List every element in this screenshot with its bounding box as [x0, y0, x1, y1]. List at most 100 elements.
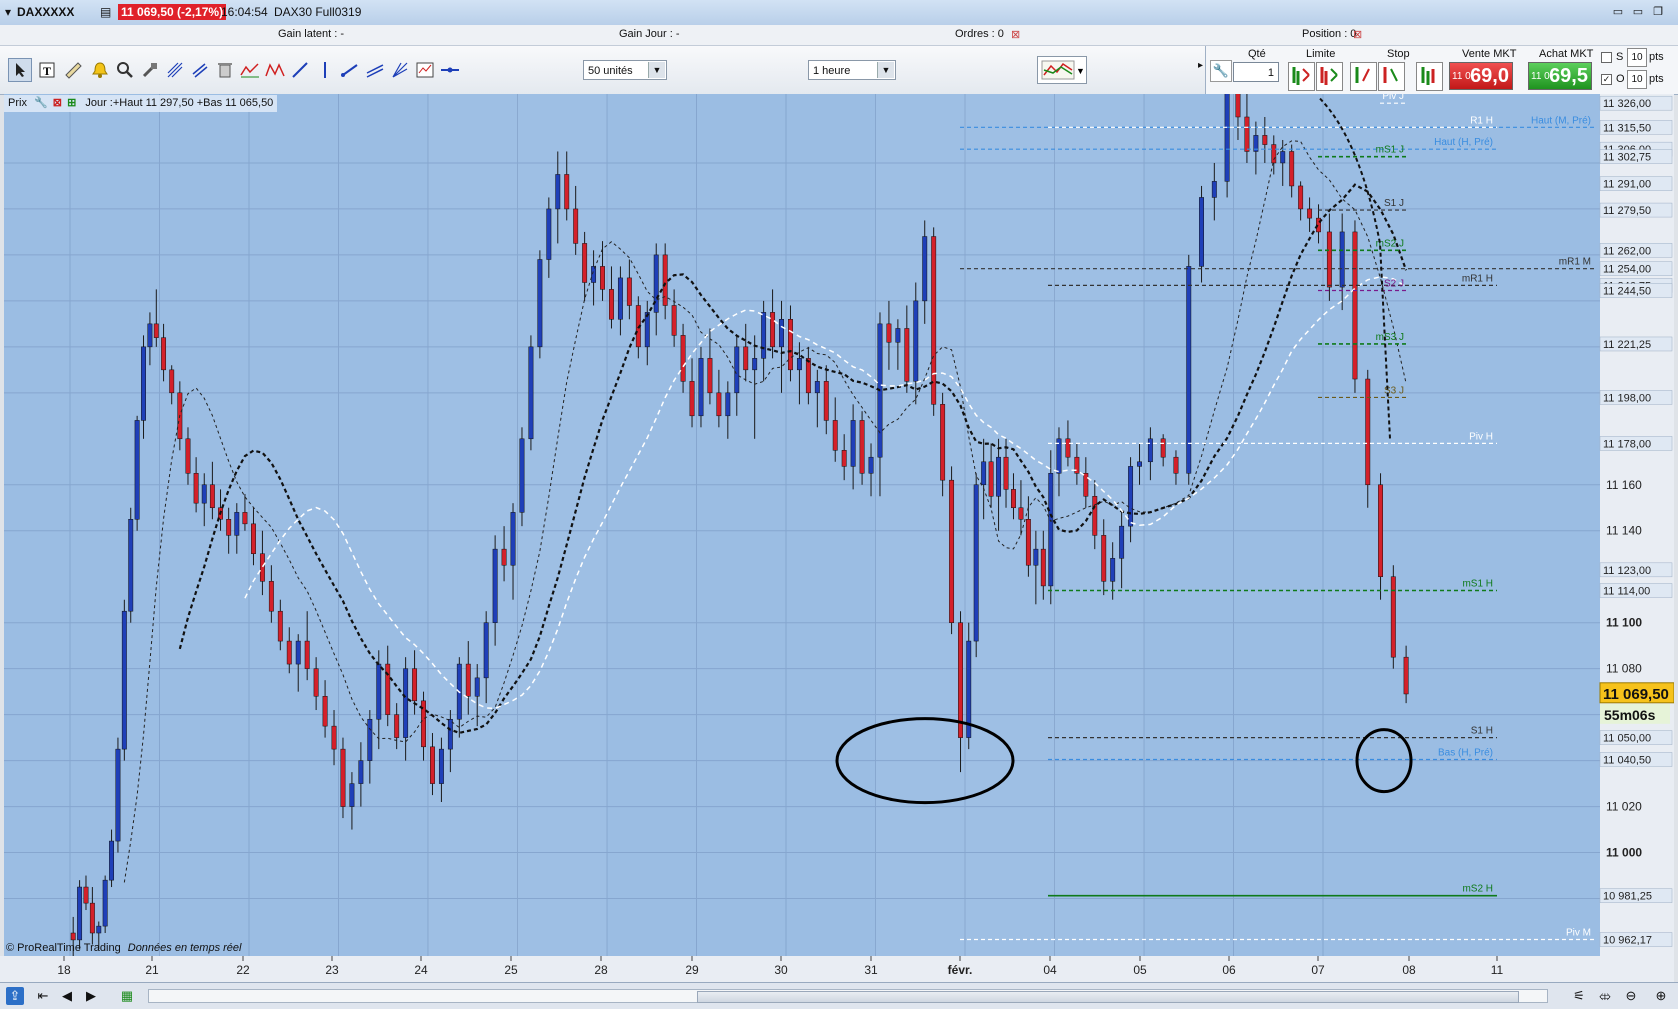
limite-sell-button[interactable] [1316, 62, 1343, 91]
share-icon[interactable]: ⇪ [6, 987, 24, 1005]
settings-wrench-icon[interactable]: 🔧 [1210, 60, 1232, 82]
pattern-icon[interactable] [263, 58, 287, 82]
candle-body [1352, 231, 1358, 380]
pointer-icon[interactable] [8, 58, 32, 82]
candle-body [121, 610, 127, 750]
scroll-right-icon[interactable]: ▶ [82, 987, 100, 1005]
candle-body [564, 174, 570, 210]
candle-body [169, 369, 175, 394]
price-chart[interactable]: Piv J 11 326,00 Haut (M, Pré) 11 315,50 R1 H… [0, 94, 1674, 982]
horizontal-scrollbar[interactable] [148, 989, 1548, 1003]
bracket-order-button[interactable] [1416, 62, 1443, 91]
horizontal-line-icon[interactable] [438, 58, 462, 82]
ray-icon[interactable] [338, 58, 362, 82]
candle-body [134, 420, 140, 520]
indicators-icon[interactable]: ▼ [1037, 56, 1087, 84]
candle-body [209, 484, 215, 509]
chart-tool-icon[interactable]: 🔧 [34, 97, 48, 109]
scrollbar-thumb[interactable] [697, 991, 1519, 1003]
timeframe-value: 1 heure [813, 65, 851, 77]
candle-body [70, 932, 76, 941]
trendline-icon[interactable] [238, 58, 262, 82]
candle-body [725, 392, 731, 417]
channel-icon[interactable] [188, 58, 212, 82]
chart-header-bar: Prix 🔧 ⊠ ⊞ Jour :+Haut 11 297,50 +Bas 11… [4, 95, 278, 112]
compress-icon[interactable]: ⤄ [1596, 987, 1614, 1005]
remove-indicator-icon[interactable]: ⊠ [53, 97, 62, 109]
indicator-toggle-icon[interactable]: ⚟ [1570, 987, 1588, 1005]
menu-arrow-icon[interactable]: ▾ [5, 5, 11, 19]
candle-body [734, 346, 740, 394]
zoom-icon[interactable] [113, 58, 137, 82]
candle-body [242, 512, 248, 525]
level-name: Haut (M, Pré) [1531, 115, 1591, 126]
candle-body [1326, 231, 1332, 288]
candle-body [474, 677, 480, 697]
fan-icon[interactable] [388, 58, 412, 82]
trash-icon[interactable] [213, 58, 237, 82]
units-dropdown[interactable]: 50 unités ▼ [583, 60, 667, 80]
candle-body [689, 381, 695, 417]
panel-expand-icon[interactable]: ▸ [1198, 60, 1203, 71]
candle-body [1147, 438, 1153, 463]
y-tick-label: 11 140 [1606, 524, 1642, 538]
s-pts-input[interactable]: 10 [1627, 48, 1647, 67]
text-tool-icon[interactable]: T [35, 58, 59, 82]
price-label: 11 040,50 [1603, 754, 1651, 766]
scroll-left-end-icon[interactable]: ⇤ [34, 987, 52, 1005]
zoom-in-icon[interactable]: ⊕ [1652, 987, 1670, 1005]
layout-icon[interactable]: ▦ [118, 987, 136, 1005]
candle-body [1199, 197, 1204, 267]
buy-market-button[interactable]: 11 0 69,5 [1528, 62, 1592, 90]
candle-body [1365, 378, 1371, 486]
candle-body [394, 714, 400, 738]
candle-body [922, 236, 928, 302]
ordres-close-icon[interactable]: ⊠ [1011, 28, 1020, 41]
x-tick-label: 21 [145, 963, 159, 977]
candle-body [83, 886, 89, 904]
minimize-icon[interactable]: ▭ [1610, 5, 1626, 19]
candle-body [1390, 576, 1396, 658]
zoom-out-icon[interactable]: ⊖ [1622, 987, 1640, 1005]
candle-body [788, 319, 793, 371]
position-close-icon[interactable]: ⊠ [1353, 28, 1362, 41]
symbol-name[interactable]: DAXXXXX [17, 5, 74, 19]
candle-body [859, 420, 865, 474]
x-tick-label: 11 [1491, 963, 1504, 977]
o-label: O [1616, 73, 1625, 85]
bottom-bar: ⇪ ⇤ ◀ ▶ ▦ ⚟ ⤄ ⊖ ⊕ [0, 982, 1678, 1009]
s-checkbox[interactable] [1601, 52, 1612, 63]
candle-body [259, 553, 265, 582]
ruler-icon[interactable] [61, 58, 85, 82]
line-tool-icon[interactable] [288, 58, 312, 82]
fibonacci-icon[interactable] [163, 58, 187, 82]
level-name: mS2 H [1462, 884, 1493, 895]
add-indicator-icon[interactable]: ⊞ [67, 97, 76, 109]
candle-body [1083, 473, 1089, 497]
candle-body [277, 610, 283, 642]
vente-label: Vente MKT [1462, 48, 1517, 60]
stop-buy-button[interactable] [1350, 62, 1377, 91]
stop-sell-button[interactable] [1378, 62, 1405, 91]
multi-line-icon[interactable] [363, 58, 387, 82]
timeframe-dropdown[interactable]: 1 heure ▼ [808, 60, 896, 80]
vertical-line-icon[interactable] [313, 58, 337, 82]
price-label: 11 254,00 [1603, 264, 1651, 276]
o-checkbox[interactable]: ✓ [1601, 74, 1612, 85]
x-tick-label: 31 [864, 963, 878, 977]
tools-icon[interactable] [138, 58, 162, 82]
candle-body [153, 323, 159, 338]
alert-bell-icon[interactable] [88, 58, 112, 82]
candle-body [1289, 151, 1295, 187]
restore-icon[interactable]: ▭ [1630, 5, 1646, 19]
sell-market-button[interactable]: 11 0 69,0 [1449, 62, 1513, 90]
limite-buy-button[interactable] [1288, 62, 1315, 91]
realtime-text: Données en temps réel [127, 942, 242, 954]
order-panel: ▸ 🔧 Qté 1 Limite Stop Vente MKT 11 0 69,… [1198, 46, 1678, 94]
qte-input[interactable]: 1 [1233, 62, 1279, 82]
chart-settings-icon[interactable] [413, 58, 437, 82]
o-pts-input[interactable]: 10 [1627, 70, 1647, 89]
maximize-icon[interactable]: ❐ [1650, 5, 1666, 19]
stats-icon[interactable]: ▤ [100, 5, 111, 19]
scroll-left-icon[interactable]: ◀ [58, 987, 76, 1005]
